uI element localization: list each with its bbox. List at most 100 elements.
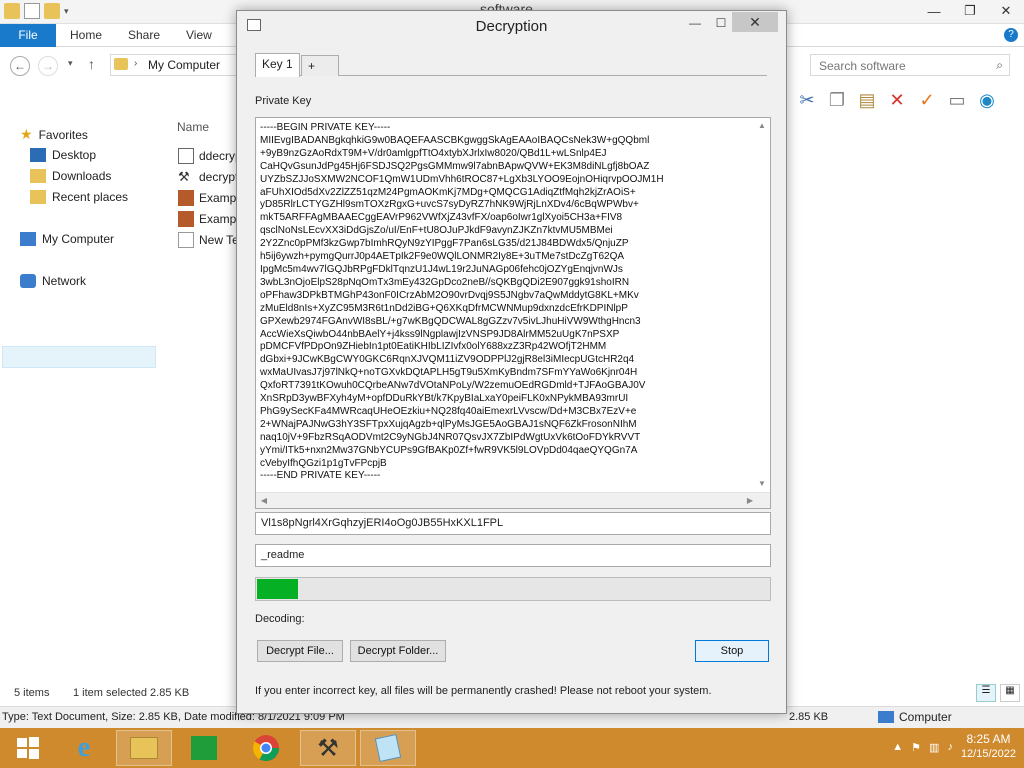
text-file-icon	[178, 232, 194, 248]
scroll-left-icon[interactable]: ◀	[256, 493, 272, 508]
progress-bar	[255, 577, 771, 601]
taskbar-internet-explorer[interactable]: e	[56, 730, 112, 766]
id-field[interactable]: Vl1s8pNgrl4XrGqhzyjERI4oOg0JB55HxKXL1FPL	[255, 512, 771, 535]
nav-recent-places[interactable]: Recent places	[30, 190, 128, 204]
delete-icon[interactable]: ✕	[884, 87, 910, 113]
decrypt-folder-button[interactable]: Decrypt Folder...	[350, 640, 446, 662]
taskbar-decryptor[interactable]: ⚒	[300, 730, 356, 766]
search-placeholder: Search software	[819, 59, 906, 73]
large-icons-view-icon[interactable]: ▦	[1000, 684, 1020, 702]
folder-icon	[130, 737, 158, 759]
notepad-icon	[374, 733, 402, 763]
file-row[interactable]: Exampl	[178, 211, 239, 227]
paste-icon[interactable]: ▤	[854, 87, 880, 113]
taskbar-notepad[interactable]	[360, 730, 416, 766]
hammer-icon: ⚒	[317, 734, 339, 762]
close-button[interactable]: ✕	[988, 0, 1024, 22]
tab-add[interactable]: +	[301, 55, 339, 76]
private-key-text[interactable]: -----BEGIN PRIVATE KEY----- MIIEvgIBADAN…	[260, 122, 754, 490]
globe-icon[interactable]: ◉	[974, 87, 1000, 113]
copy-icon[interactable]: ❐	[824, 87, 850, 113]
scroll-down-icon[interactable]: ▼	[754, 476, 770, 492]
tab-share[interactable]: Share	[128, 24, 160, 47]
status-item-count: 5 items	[14, 687, 50, 699]
minimize-button[interactable]: —	[916, 0, 952, 22]
details-view-icon[interactable]: ☰	[976, 684, 996, 702]
search-icon[interactable]: ⌕	[996, 58, 1003, 73]
system-tray: ▲ ⚑ ▥ ♪ 8:25 AM 12/15/2022	[892, 732, 1016, 762]
vertical-scrollbar[interactable]: ▲ ▼	[754, 118, 770, 492]
tab-view[interactable]: View	[186, 24, 212, 47]
nav-network-label: Network	[42, 274, 87, 288]
network-tray-icon[interactable]: ▥	[929, 741, 939, 754]
store-icon	[191, 736, 217, 760]
restore-button[interactable]: ❐	[952, 0, 988, 22]
dialog-close-button[interactable]: ✕	[732, 12, 778, 32]
start-button[interactable]	[0, 730, 56, 766]
decrypt-file-button[interactable]: Decrypt File...	[257, 640, 343, 662]
taskbar-chrome[interactable]	[238, 730, 294, 766]
tab-file[interactable]: File	[0, 24, 56, 47]
details-size: 2.85 KB	[789, 711, 829, 723]
taskbar-file-explorer[interactable]	[116, 730, 172, 766]
breadcrumb-chevron-icon[interactable]: ›	[134, 58, 137, 69]
search-box[interactable]: Search software ⌕	[810, 54, 1010, 76]
volume-icon[interactable]: ♪	[947, 741, 953, 753]
nav-my-computer[interactable]: My Computer	[20, 232, 114, 246]
nav-downloads[interactable]: Downloads	[30, 169, 111, 183]
new-folder-icon[interactable]	[44, 3, 60, 19]
clock[interactable]: 8:25 AM 12/15/2022	[961, 732, 1016, 762]
show-hidden-icons-icon[interactable]: ▲	[892, 741, 903, 753]
qat-dropdown-icon[interactable]: ▾	[64, 6, 69, 17]
file-name: decrypt	[199, 170, 239, 184]
desktop-icon	[30, 148, 46, 162]
nav-favorites[interactable]: ★ Favorites	[20, 126, 88, 143]
help-icon[interactable]: ?	[1004, 28, 1018, 42]
file-row[interactable]: ⚒ decrypt	[178, 169, 238, 185]
extension-field[interactable]: _readme	[255, 544, 771, 567]
rename-icon[interactable]: ▭	[944, 87, 970, 113]
back-button[interactable]: ←	[10, 56, 30, 76]
file-row[interactable]: New Te	[178, 232, 239, 248]
action-center-icon[interactable]: ⚑	[911, 741, 921, 754]
file-row[interactable]: ddecryp	[178, 148, 242, 164]
stop-button[interactable]: Stop	[695, 640, 769, 662]
file-row[interactable]: Exampl	[178, 190, 239, 206]
progress-fill	[257, 579, 298, 599]
status-label: Decoding:	[255, 613, 305, 625]
column-name-header[interactable]: Name	[177, 120, 209, 134]
archive-icon	[178, 148, 194, 164]
nav-recent-label: Recent places	[52, 190, 129, 204]
private-key-label: Private Key	[255, 95, 312, 107]
computer-icon	[20, 232, 36, 246]
folder-icon	[114, 58, 128, 70]
scroll-right-icon[interactable]: ▶	[742, 493, 758, 508]
tab-key-1[interactable]: Key 1	[255, 53, 300, 77]
up-arrow-icon[interactable]: ↑	[88, 56, 95, 72]
nav-network[interactable]: Network	[20, 274, 86, 288]
taskbar-store[interactable]	[176, 730, 232, 766]
computer-icon	[878, 711, 894, 723]
tab-home[interactable]: Home	[70, 24, 102, 47]
cut-icon[interactable]: ✂	[794, 87, 820, 113]
windows-logo-icon	[17, 737, 39, 759]
nav-desktop[interactable]: Desktop	[30, 148, 96, 162]
nav-downloads-label: Downloads	[52, 169, 112, 183]
folder-icon[interactable]	[4, 3, 20, 19]
recent-locations-icon[interactable]: ▾	[68, 58, 73, 69]
image-file-icon	[178, 190, 194, 206]
network-icon	[20, 274, 36, 288]
scroll-up-icon[interactable]: ▲	[754, 118, 770, 134]
horizontal-scrollbar[interactable]: ◀ ▶	[256, 492, 770, 508]
key-tabstrip: Key 1 +	[255, 53, 767, 77]
check-icon[interactable]: ✓	[914, 87, 940, 113]
nav-my-computer-label: My Computer	[42, 232, 115, 246]
private-key-textarea[interactable]: -----BEGIN PRIVATE KEY----- MIIEvgIBADAN…	[255, 117, 771, 509]
file-name: Exampl	[199, 191, 240, 205]
properties-icon[interactable]	[24, 3, 40, 19]
details-computer: Computer	[878, 710, 952, 724]
dialog-titlebar: Decryption — ☐ ✕	[237, 11, 786, 41]
forward-button[interactable]: →	[38, 56, 58, 76]
decryption-dialog: Decryption — ☐ ✕ Key 1 + Private Key ---…	[236, 10, 787, 714]
address-text[interactable]: My Computer	[148, 58, 220, 72]
